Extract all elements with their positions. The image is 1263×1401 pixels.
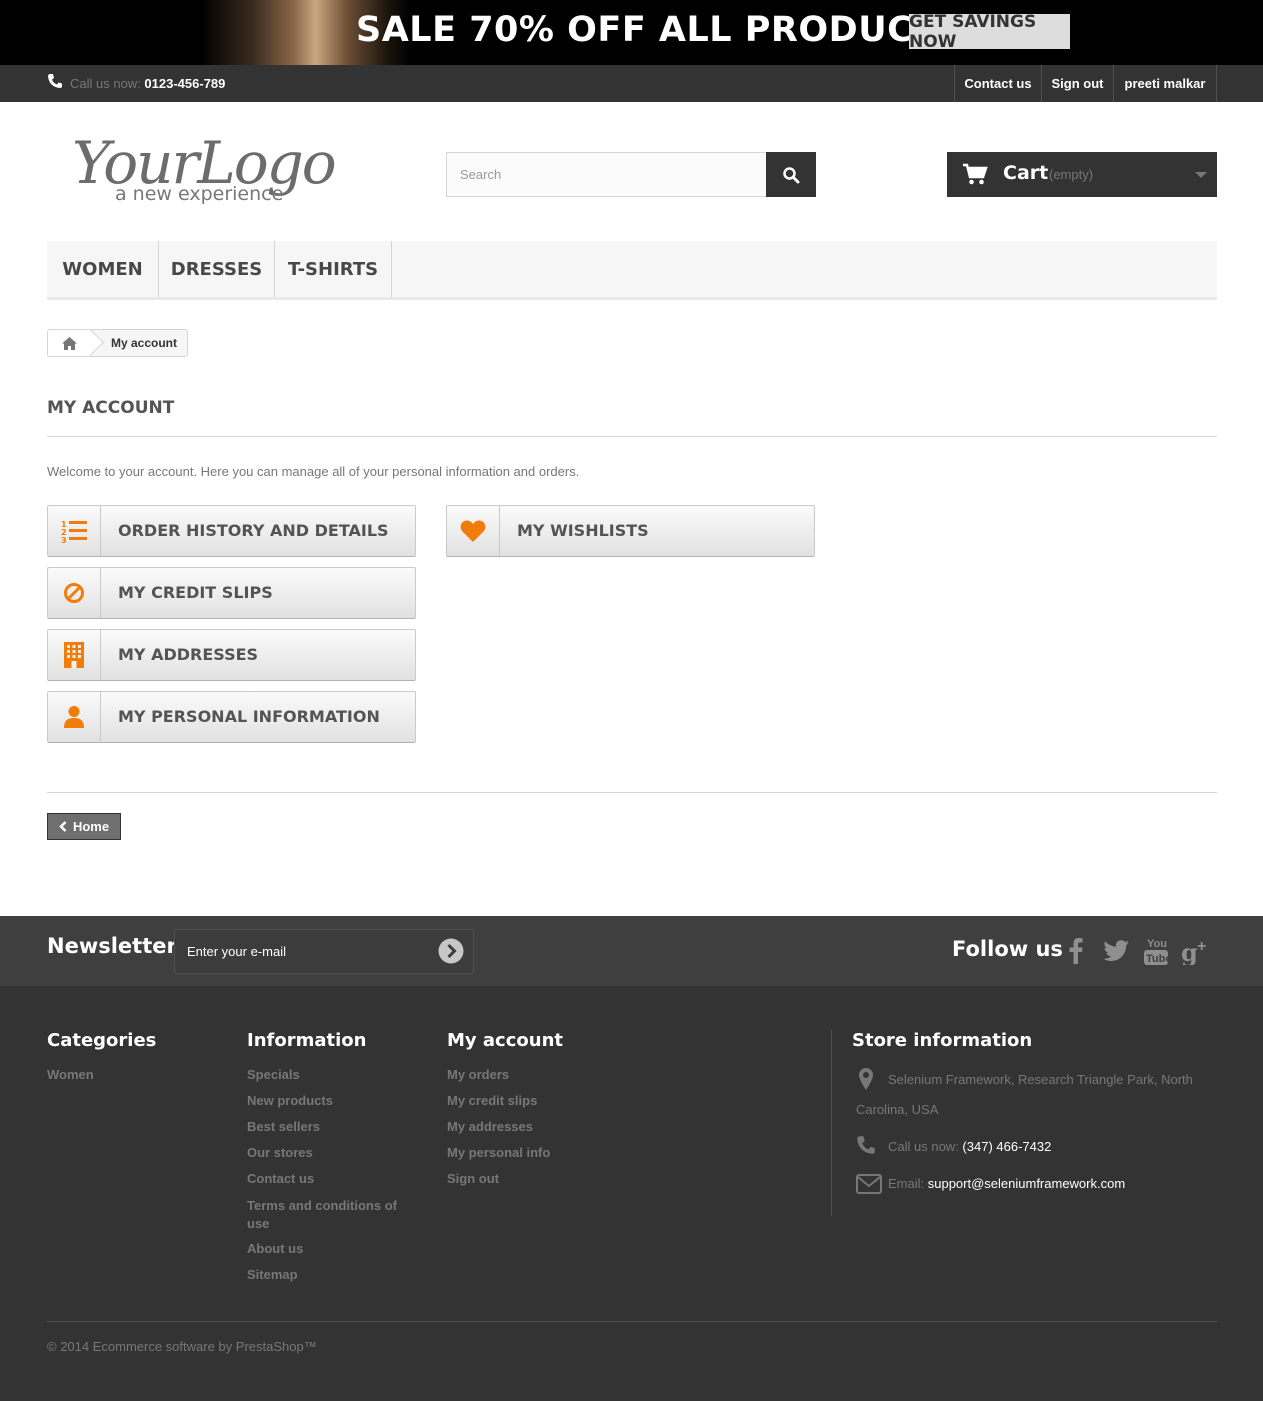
svg-text:Tube: Tube — [1146, 953, 1168, 965]
phone-icon — [48, 74, 62, 88]
store-phone-line: Call us now: (347) 466-7432 — [888, 1132, 1051, 1162]
store-email-label: Email: — [888, 1176, 928, 1191]
call-label: Call us now: — [70, 76, 145, 91]
welcome-text: Welcome to your account. Here you can ma… — [47, 464, 580, 479]
order-history-button[interactable]: 1 2 3 ORDER HISTORY AND DETAILS — [47, 505, 416, 557]
envelope-icon — [856, 1174, 882, 1194]
home-button-label: Home — [72, 819, 110, 834]
facebook-icon[interactable] — [1061, 936, 1091, 966]
footer-link-terms[interactable]: Terms and conditions of use — [247, 1197, 412, 1233]
list-ol-icon: 1 2 3 — [48, 506, 101, 556]
personal-info-label: MY PERSONAL INFORMATION — [118, 707, 380, 726]
chevron-down-icon — [1195, 172, 1207, 178]
personal-info-button[interactable]: MY PERSONAL INFORMATION — [47, 691, 416, 743]
wishlists-label: MY WISHLISTS — [517, 521, 649, 540]
copyright-text[interactable]: © 2014 Ecommerce software by PrestaShop™ — [47, 1339, 317, 1354]
search-button[interactable] — [766, 152, 816, 197]
footer-link-our-stores[interactable]: Our stores — [247, 1145, 313, 1160]
addresses-label: MY ADDRESSES — [118, 645, 259, 664]
divider — [47, 792, 1217, 793]
home-icon — [61, 336, 77, 350]
store-email-line: Email: support@seleniumframework.com — [888, 1169, 1125, 1199]
breadcrumb: My account — [47, 329, 188, 357]
page-title: MY ACCOUNT — [47, 398, 175, 418]
svg-text:a new experience: a new experience — [115, 183, 283, 205]
store-logo[interactable]: YourLogo a new experience — [70, 118, 360, 213]
cart-status: (empty) — [1049, 167, 1094, 182]
cart-label: Cart — [1003, 162, 1049, 184]
contact-us-link[interactable]: Contact us — [954, 65, 1041, 102]
promo-banner[interactable]: SALE 70% OFF ALL PRODUCTS GET SAVINGS NO… — [0, 0, 1263, 65]
get-savings-button[interactable]: GET SAVINGS NOW — [909, 12, 1070, 52]
google-plus-icon[interactable]: g + — [1181, 936, 1211, 966]
user-icon — [48, 692, 101, 742]
store-phone: (347) 466-7432 — [962, 1139, 1052, 1154]
banner-headline: SALE 70% OFF ALL PRODUCTS — [356, 10, 964, 50]
footer-link-sitemap[interactable]: Sitemap — [247, 1267, 298, 1282]
newsletter-bar: Newsletter Enter your e-mail Follow us Y… — [0, 916, 1263, 986]
footer-information-title: Information — [247, 1030, 367, 1051]
chevron-left-icon — [59, 821, 67, 832]
footer-link-my-addresses[interactable]: My addresses — [447, 1119, 533, 1134]
credit-slips-button[interactable]: MY CREDIT SLIPS — [47, 567, 416, 619]
wishlists-button[interactable]: MY WISHLISTS — [446, 505, 815, 557]
order-history-label: ORDER HISTORY AND DETAILS — [118, 521, 389, 540]
newsletter-email-input[interactable]: Enter your e-mail — [174, 929, 474, 974]
main-menu: WOMEN DRESSES T-SHIRTS — [47, 241, 1217, 300]
phone-icon — [857, 1136, 875, 1154]
addresses-button[interactable]: MY ADDRESSES — [47, 629, 416, 681]
store-email-link[interactable]: support@seleniumframework.com — [928, 1176, 1125, 1191]
credit-slips-label: MY CREDIT SLIPS — [118, 583, 273, 602]
ban-icon — [48, 568, 101, 618]
newsletter-submit-icon[interactable] — [438, 938, 464, 964]
footer-link-new-products[interactable]: New products — [247, 1093, 333, 1108]
follow-us-title: Follow us — [952, 937, 1063, 961]
call-number: 0123-456-789 — [144, 76, 226, 91]
footer-link-women[interactable]: Women — [47, 1067, 94, 1082]
heart-icon — [447, 506, 500, 556]
footer-link-my-orders[interactable]: My orders — [447, 1067, 509, 1082]
footer-divider — [47, 1321, 1217, 1322]
search-input[interactable]: Search — [446, 152, 767, 197]
top-nav-bar: Call us now: 0123-456-789 Contact us Sig… — [0, 65, 1263, 102]
account-name-link[interactable]: preeti malkar — [1113, 65, 1217, 102]
menu-item-women[interactable]: WOMEN — [47, 241, 159, 297]
svg-text:g: g — [1181, 938, 1198, 965]
footer-link-specials[interactable]: Specials — [247, 1067, 300, 1082]
menu-item-dresses[interactable]: DRESSES — [159, 241, 275, 297]
cart-icon — [963, 163, 988, 185]
footer-divider — [831, 1030, 832, 1216]
footer-categories-title: Categories — [47, 1030, 157, 1051]
store-info-title: Store information — [852, 1030, 1033, 1051]
footer: Categories Women Information Specials Ne… — [0, 986, 1263, 1401]
menu-item-tshirts[interactable]: T-SHIRTS — [275, 241, 392, 297]
search-icon — [783, 166, 800, 183]
footer-account-title: My account — [447, 1030, 563, 1051]
newsletter-title: Newsletter — [47, 934, 177, 958]
breadcrumb-current: My account — [111, 336, 178, 350]
sign-out-link[interactable]: Sign out — [1041, 65, 1113, 102]
footer-link-contact-us[interactable]: Contact us — [247, 1171, 314, 1186]
footer-link-my-credit-slips[interactable]: My credit slips — [447, 1093, 537, 1108]
store-address: Selenium Framework, Research Triangle Pa… — [856, 1072, 1193, 1117]
svg-text:+: + — [1197, 938, 1206, 955]
footer-link-my-personal-info[interactable]: My personal info — [447, 1145, 550, 1160]
svg-text:You: You — [1147, 938, 1167, 950]
store-call-label: Call us now: — [888, 1139, 963, 1154]
breadcrumb-home-link[interactable] — [48, 330, 90, 356]
divider — [47, 436, 1217, 437]
building-icon — [48, 630, 101, 680]
call-us-text: Call us now: 0123-456-789 — [70, 76, 225, 91]
footer-link-best-sellers[interactable]: Best sellers — [247, 1119, 320, 1134]
footer-link-about-us[interactable]: About us — [247, 1241, 303, 1256]
twitter-icon[interactable] — [1101, 936, 1131, 966]
footer-link-sign-out[interactable]: Sign out — [447, 1171, 499, 1186]
home-button[interactable]: Home — [47, 813, 121, 840]
cart-button[interactable]: Cart (empty) — [947, 152, 1217, 197]
svg-text:3: 3 — [61, 536, 67, 544]
youtube-icon[interactable]: You Tube — [1141, 936, 1171, 966]
